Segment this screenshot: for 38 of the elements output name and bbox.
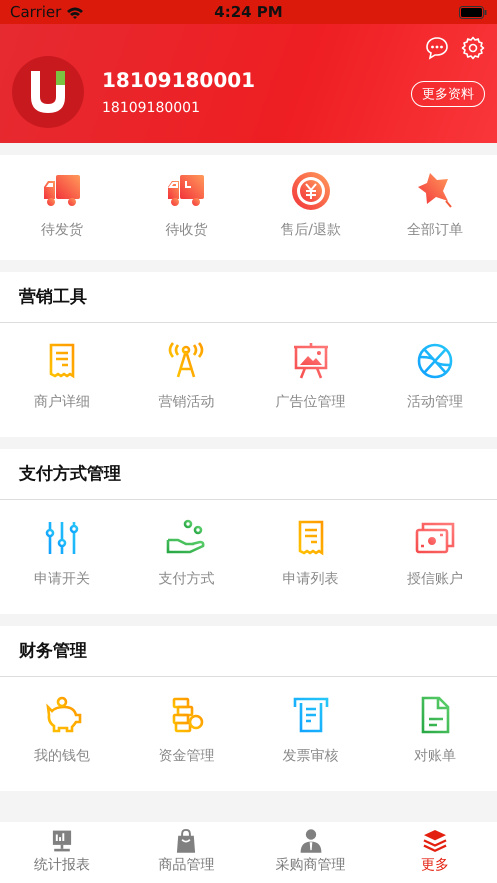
order-shortcut[interactable]: 全部订单 (406, 221, 463, 239)
account-number: 18109180001 (102, 100, 200, 116)
wifi-icon (66, 6, 84, 18)
section-title: 财务管理 (19, 640, 87, 662)
order-shortcut[interactable]: 待收货 (165, 221, 208, 239)
order-shortcut[interactable]: 售后/退款 (280, 221, 341, 239)
battery-icon (459, 6, 487, 18)
tool-shortcut[interactable]: 营销活动 (158, 393, 214, 411)
layers-icon (422, 828, 448, 854)
more-info-button[interactable]: 更多资料 (411, 81, 485, 107)
tab-item[interactable]: 采购商管理 (276, 856, 346, 874)
printer-receipt-icon (290, 695, 331, 735)
tool-shortcut[interactable]: 支付方式 (158, 570, 214, 588)
tool-shortcut[interactable]: 活动管理 (406, 393, 463, 411)
tool-shortcut[interactable]: 广告位管理 (276, 393, 346, 411)
tab-item[interactable]: 更多 (420, 856, 449, 874)
section-title: 营销工具 (19, 286, 87, 308)
tool-shortcut[interactable]: 申请列表 (282, 570, 339, 588)
tool-shortcut[interactable]: 资金管理 (158, 747, 214, 765)
user-name: 18109180001 (102, 68, 256, 92)
order-shortcut[interactable]: 待发货 (41, 221, 84, 239)
yen-refresh-icon (290, 171, 331, 211)
carrier-name: Carrier (10, 3, 62, 21)
clock-time: 4:24 PM (214, 3, 283, 21)
tool-shortcut[interactable]: 授信账户 (406, 570, 463, 588)
person-icon (298, 828, 324, 854)
chat-icon[interactable] (425, 36, 449, 60)
tool-shortcut[interactable]: 申请开关 (34, 570, 90, 588)
tool-shortcut[interactable]: 我的钱包 (34, 747, 90, 765)
tab-item[interactable]: 统计报表 (34, 856, 90, 874)
tool-shortcut[interactable]: 商户详细 (34, 393, 90, 411)
ball-icon (414, 341, 455, 381)
tool-shortcut[interactable]: 对账单 (414, 747, 456, 765)
settings-icon[interactable] (461, 36, 485, 60)
tab-item[interactable]: 商品管理 (158, 856, 214, 874)
logo-icon (29, 71, 67, 113)
section-title: 支付方式管理 (19, 463, 121, 485)
tool-shortcut[interactable]: 发票审核 (282, 747, 339, 765)
